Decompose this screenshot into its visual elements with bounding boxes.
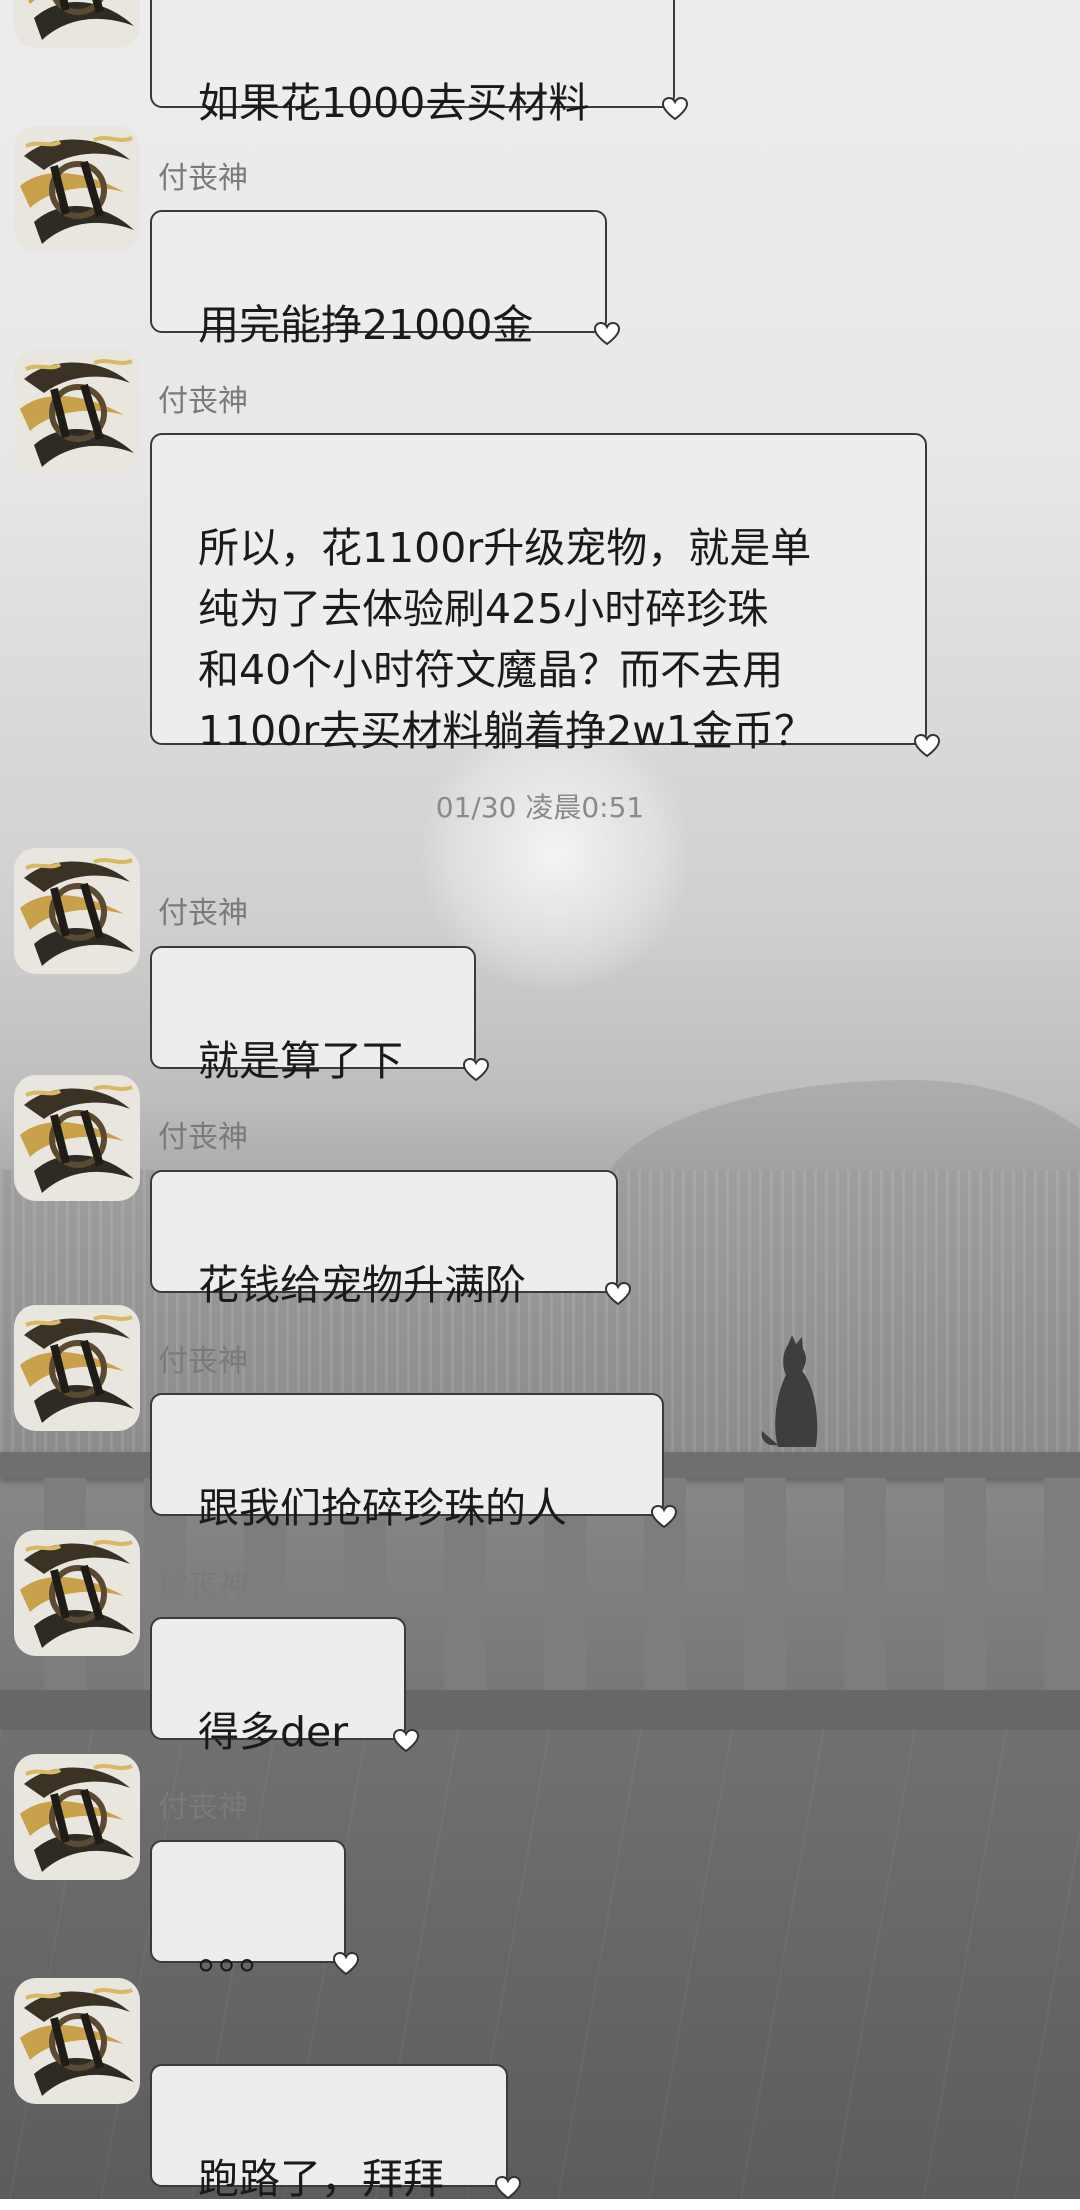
- message-bubble[interactable]: 所以，花1100r升级宠物，就是单 纯为了去体验刷425小时碎珍珠 和40个小时…: [150, 433, 927, 745]
- sender-name: 付丧神: [158, 896, 248, 931]
- heart-icon[interactable]: [913, 732, 941, 760]
- message-bubble[interactable]: 跑路了，拜拜: [150, 2064, 508, 2203]
- sender-name: 付丧神: [158, 1120, 248, 1155]
- message-bubble[interactable]: 。。。: [150, 1840, 346, 1979]
- sender-avatar[interactable]: [14, 1305, 140, 1431]
- sender-name: 付丧神: [158, 384, 248, 419]
- message-bubble[interactable]: 如果花1000去买材料: [150, 0, 675, 127]
- message-bubble[interactable]: 得多der: [150, 1617, 406, 1756]
- sender-avatar[interactable]: [14, 1978, 140, 2104]
- sender-avatar[interactable]: [14, 0, 140, 48]
- heart-icon[interactable]: [494, 2174, 522, 2202]
- message-text: 得多der: [198, 1708, 349, 1756]
- message-text: 跟我们抢碎珍珠的人: [198, 1484, 567, 1532]
- message-text: 所以，花1100r升级宠物，就是单 纯为了去体验刷425小时碎珍珠 和40个小时…: [198, 524, 815, 755]
- message-bubble[interactable]: 跟我们抢碎珍珠的人: [150, 1393, 664, 1532]
- sender-avatar[interactable]: [14, 1530, 140, 1656]
- sender-avatar[interactable]: [14, 126, 140, 252]
- sender-name: 付丧神: [158, 1790, 248, 1825]
- message-text: 用完能挣21000金: [198, 301, 534, 349]
- message-bubble[interactable]: 用完能挣21000金: [150, 210, 607, 349]
- sender-avatar[interactable]: [14, 848, 140, 974]
- message-bubble[interactable]: 就是算了下: [150, 946, 476, 1085]
- message-bubble[interactable]: 花钱给宠物升满阶: [150, 1170, 618, 1309]
- message-text: 就是算了下: [198, 1037, 403, 1085]
- message-text: 如果花1000去买材料: [198, 79, 590, 127]
- message-text: 花钱给宠物升满阶: [198, 1261, 526, 1309]
- sender-avatar[interactable]: [14, 1075, 140, 1201]
- heart-icon[interactable]: [650, 1503, 678, 1531]
- heart-icon[interactable]: [593, 320, 621, 348]
- cat-silhouette: [761, 1335, 818, 1447]
- sender-name: 付丧神: [158, 1568, 248, 1603]
- heart-icon[interactable]: [392, 1727, 420, 1755]
- timestamp: 01/30 凌晨0:51: [435, 791, 645, 824]
- heart-icon[interactable]: [462, 1056, 490, 1084]
- message-text: 。。。: [198, 1931, 280, 1979]
- sender-avatar[interactable]: [14, 349, 140, 475]
- heart-icon[interactable]: [604, 1280, 632, 1308]
- sender-avatar[interactable]: [14, 1754, 140, 1880]
- heart-icon[interactable]: [332, 1950, 360, 1978]
- sender-name: 付丧神: [158, 1344, 248, 1379]
- message-text: 跑路了，拜拜: [198, 2155, 444, 2203]
- heart-icon[interactable]: [661, 95, 689, 123]
- sender-name: 付丧神: [158, 161, 248, 196]
